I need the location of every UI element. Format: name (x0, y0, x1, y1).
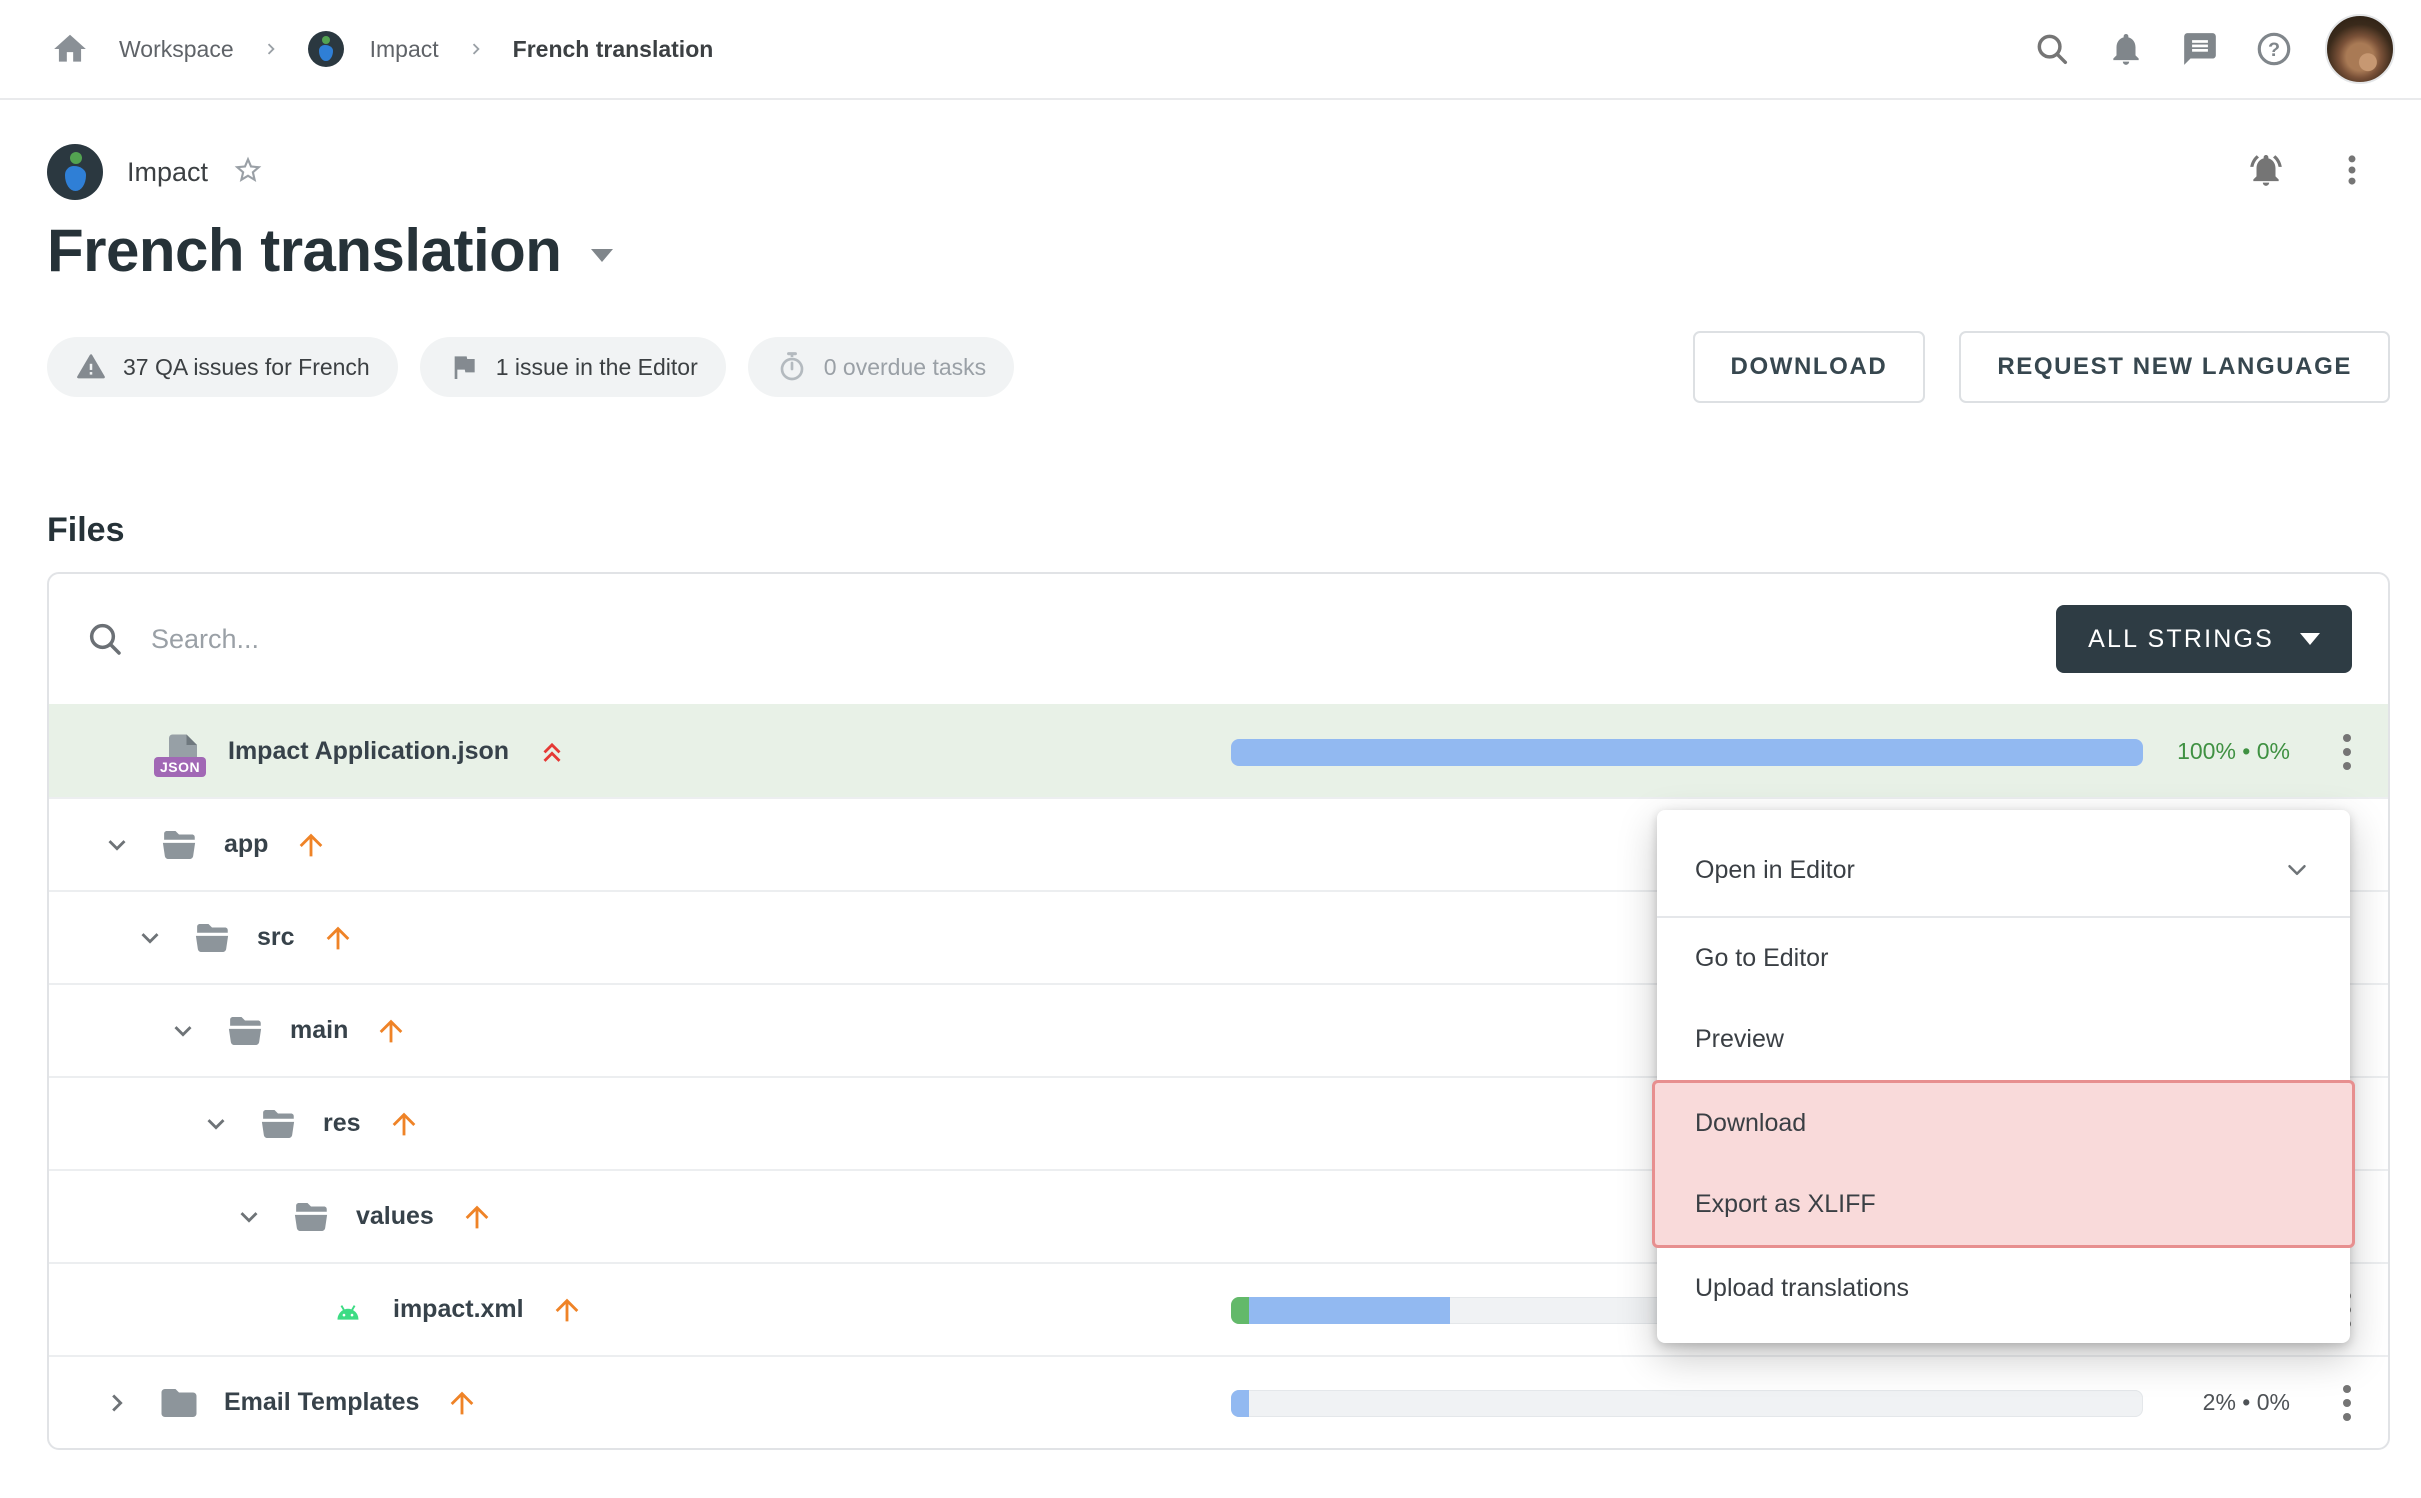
progress-stats: 100% • 0% (2177, 706, 2290, 797)
progress-translated-segment (1249, 1297, 1450, 1324)
progress-bar (1231, 739, 2143, 766)
folder-open-icon (158, 824, 200, 866)
chevron-down-icon (2282, 855, 2312, 885)
breadcrumb-page: French translation (513, 36, 714, 63)
home-icon[interactable] (47, 26, 93, 72)
file-name[interactable]: values (356, 1202, 434, 1231)
chevron-right-icon (260, 38, 282, 60)
overdue-tasks-badge[interactable]: 0 overdue tasks (748, 337, 1014, 397)
chevron-down-icon (166, 1014, 200, 1048)
top-nav: Workspace Impact French translation ? (0, 0, 2421, 100)
menu-highlight-annotation: DownloadExport as XLIFF (1652, 1080, 2355, 1248)
progress-translated-segment (1231, 1390, 1249, 1417)
breadcrumb: Workspace Impact French translation (47, 26, 713, 72)
file-name[interactable]: Email Templates (224, 1388, 419, 1417)
breadcrumb-workspace[interactable]: Workspace (119, 36, 234, 63)
title-dropdown-caret-icon[interactable] (591, 249, 613, 262)
folder-icon (158, 1382, 200, 1424)
chevron-down-icon (133, 921, 167, 955)
menu-item-open-in-editor[interactable]: Open in Editor (1657, 824, 2350, 916)
folder-open-icon (290, 1196, 332, 1238)
file-name[interactable]: main (290, 1016, 348, 1045)
file-context-menu: Open in Editor Go to EditorPreview Downl… (1657, 810, 2350, 1343)
breadcrumb-project[interactable]: Impact (370, 36, 439, 63)
avatar[interactable] (2325, 14, 2395, 84)
stopwatch-icon (776, 351, 808, 383)
qa-issues-label: 37 QA issues for French (123, 354, 370, 381)
menu-item[interactable]: Upload translations (1657, 1248, 2350, 1329)
priority-high-icon (387, 1107, 421, 1141)
chevron-down-icon (199, 1107, 233, 1141)
flag-icon (448, 351, 480, 383)
folder-open-icon (191, 917, 233, 959)
project-more-menu-icon[interactable] (2333, 151, 2371, 194)
watch-notifications-icon[interactable] (2247, 151, 2285, 194)
row-more-menu-icon[interactable] (2330, 1357, 2364, 1448)
folder-open-icon (257, 1103, 299, 1145)
priority-high-icon (294, 828, 328, 862)
file-name[interactable]: Impact Application.json (228, 737, 509, 766)
strings-filter-button[interactable]: ALL STRINGS (2056, 605, 2352, 673)
progress-bar (1231, 1390, 2143, 1417)
file-name[interactable]: app (224, 830, 268, 859)
android-file-icon (327, 1289, 369, 1331)
priority-high-icon (445, 1386, 479, 1420)
priority-highest-icon (535, 735, 569, 769)
progress-stats: 2% • 0% (2203, 1357, 2290, 1448)
download-button[interactable]: DOWNLOAD (1693, 331, 1926, 403)
project-logo (308, 31, 344, 67)
file-name[interactable]: src (257, 923, 295, 952)
progress-translated-segment (1231, 739, 2143, 766)
search-icon (85, 619, 125, 659)
menu-item[interactable]: Preview (1657, 999, 2350, 1080)
priority-high-icon (374, 1014, 408, 1048)
svg-text:?: ? (2268, 39, 2280, 61)
strings-filter-label: ALL STRINGS (2088, 625, 2274, 654)
menu-item-label: Open in Editor (1695, 856, 1855, 885)
chevron-down-icon (2300, 633, 2320, 645)
editor-issues-label: 1 issue in the Editor (496, 354, 698, 381)
file-name[interactable]: res (323, 1109, 361, 1138)
json-file-icon: JSON (162, 731, 204, 773)
request-new-language-button[interactable]: REQUEST NEW LANGUAGE (1959, 331, 2390, 403)
chevron-down-icon (100, 828, 134, 862)
star-icon[interactable] (232, 154, 264, 191)
qa-issues-badge[interactable]: 37 QA issues for French (47, 337, 398, 397)
page-title: French translation (47, 216, 561, 285)
priority-high-icon (460, 1200, 494, 1234)
editor-issues-badge[interactable]: 1 issue in the Editor (420, 337, 726, 397)
overdue-tasks-label: 0 overdue tasks (824, 354, 986, 381)
warning-icon (75, 351, 107, 383)
folder-open-icon (224, 1010, 266, 1052)
search-icon[interactable] (2029, 26, 2075, 72)
chevron-down-icon (232, 1200, 266, 1234)
priority-high-icon (550, 1293, 584, 1327)
project-name[interactable]: Impact (127, 157, 208, 188)
file-name[interactable]: impact.xml (393, 1295, 524, 1324)
file-row[interactable]: JSON Impact Application.json 100% • 0% (49, 704, 2388, 797)
project-logo-large (47, 144, 103, 200)
row-more-menu-icon[interactable] (2330, 706, 2364, 797)
priority-high-icon (321, 921, 355, 955)
files-search-input[interactable] (151, 624, 2056, 655)
menu-item[interactable]: Export as XLIFF (1655, 1164, 2352, 1245)
files-heading: Files (0, 403, 2421, 550)
menu-item[interactable]: Go to Editor (1657, 918, 2350, 999)
progress-approved-segment (1231, 1297, 1249, 1324)
help-icon[interactable]: ? (2251, 26, 2297, 72)
chevron-right-icon (100, 1386, 134, 1420)
menu-item[interactable]: Download (1655, 1083, 2352, 1164)
messages-icon[interactable] (2177, 26, 2223, 72)
notifications-bell-icon[interactable] (2103, 26, 2149, 72)
chevron-right-icon (465, 38, 487, 60)
file-row[interactable]: Email Templates 2% • 0% (49, 1355, 2388, 1448)
